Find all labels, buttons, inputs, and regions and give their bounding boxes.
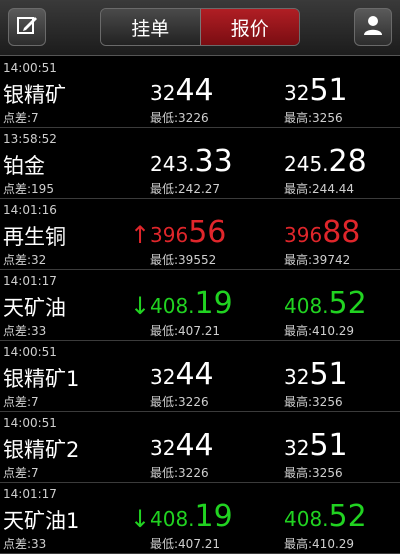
high-price: 最高:410.29 bbox=[284, 324, 355, 338]
product-name: 银精矿 bbox=[3, 83, 66, 107]
quote-time: 13:58:52 bbox=[3, 132, 57, 146]
ask-price: 408.52 bbox=[284, 288, 367, 320]
quote-time: 14:00:51 bbox=[3, 416, 57, 430]
ask-prefix: 245. bbox=[284, 152, 329, 176]
quote-time: 14:01:17 bbox=[3, 487, 57, 501]
quote-row[interactable]: 14:00:51 银精矿1 点差:7 3244 3251 最低:3226 最高:… bbox=[0, 341, 400, 412]
spread-label: 点差:7 bbox=[3, 466, 39, 480]
bid-suffix: 44 bbox=[175, 73, 214, 108]
low-price: 最低:242.27 bbox=[150, 182, 221, 196]
ask-prefix: 408. bbox=[284, 294, 329, 318]
high-price: 最高:3256 bbox=[284, 466, 343, 480]
quote-row[interactable]: 14:01:17 天矿油 点差:33 ↓ 408.19 408.52 最低:40… bbox=[0, 270, 400, 341]
bid-price: 243.33 bbox=[150, 146, 233, 178]
ask-price: 408.52 bbox=[284, 501, 367, 533]
quote-time: 14:00:51 bbox=[3, 345, 57, 359]
spread-label: 点差:7 bbox=[3, 395, 39, 409]
bid-prefix: 32 bbox=[150, 365, 176, 389]
ask-suffix: 28 bbox=[328, 144, 367, 179]
down-arrow-icon: ↓ bbox=[130, 292, 151, 320]
bid-price: 408.19 bbox=[150, 288, 233, 320]
product-name: 银精矿1 bbox=[3, 367, 80, 391]
ask-suffix: 52 bbox=[328, 499, 367, 534]
bid-suffix: 19 bbox=[194, 499, 233, 534]
bid-suffix: 33 bbox=[194, 144, 233, 179]
quote-row[interactable]: 13:58:52 铂金 点差:195 243.33 245.28 最低:242.… bbox=[0, 128, 400, 199]
low-price: 最低:407.21 bbox=[150, 537, 221, 551]
bid-prefix: 396 bbox=[150, 223, 189, 247]
ask-price: 3251 bbox=[284, 75, 348, 107]
spread-label: 点差:195 bbox=[3, 182, 54, 196]
bid-price: 3244 bbox=[150, 359, 214, 391]
user-button[interactable] bbox=[354, 8, 392, 46]
low-price: 最低:3226 bbox=[150, 395, 209, 409]
tab-quotes[interactable]: 报价 bbox=[200, 9, 299, 45]
bid-suffix: 56 bbox=[188, 215, 227, 250]
high-price: 最高:3256 bbox=[284, 111, 343, 125]
product-name: 天矿油1 bbox=[3, 509, 80, 533]
high-price: 最高:39742 bbox=[284, 253, 351, 267]
low-price: 最低:407.21 bbox=[150, 324, 221, 338]
ask-prefix: 408. bbox=[284, 507, 329, 531]
bid-prefix: 32 bbox=[150, 436, 176, 460]
high-price: 最高:244.44 bbox=[284, 182, 355, 196]
quote-row[interactable]: 14:00:51 银精矿 点差:7 3244 3251 最低:3226 最高:3… bbox=[0, 57, 400, 128]
quote-time: 14:01:16 bbox=[3, 203, 57, 217]
product-name: 天矿油 bbox=[3, 296, 66, 320]
ask-suffix: 52 bbox=[328, 286, 367, 321]
tab-pending-orders[interactable]: 挂单 bbox=[101, 9, 201, 45]
quote-row[interactable]: 14:00:51 银精矿2 点差:7 3244 3251 最低:3226 最高:… bbox=[0, 412, 400, 483]
bid-price: 3244 bbox=[150, 75, 214, 107]
up-arrow-icon: ↑ bbox=[130, 221, 151, 249]
product-name: 铂金 bbox=[3, 154, 45, 178]
ask-suffix: 88 bbox=[322, 215, 361, 250]
ask-prefix: 32 bbox=[284, 436, 310, 460]
quote-row[interactable]: 14:01:17 天矿油1 点差:33 ↓ 408.19 408.52 最低:4… bbox=[0, 483, 400, 554]
quote-row[interactable]: 14:01:16 再生铜 点差:32 ↑ 39656 39688 最低:3955… bbox=[0, 199, 400, 270]
ask-suffix: 51 bbox=[309, 73, 348, 108]
low-price: 最低:3226 bbox=[150, 466, 209, 480]
bid-price: 3244 bbox=[150, 430, 214, 462]
ask-suffix: 51 bbox=[309, 357, 348, 392]
ask-prefix: 396 bbox=[284, 223, 323, 247]
ask-price: 3251 bbox=[284, 359, 348, 391]
bid-prefix: 32 bbox=[150, 81, 176, 105]
high-price: 最高:410.29 bbox=[284, 537, 355, 551]
ask-prefix: 32 bbox=[284, 365, 310, 389]
product-name: 再生铜 bbox=[3, 225, 66, 249]
ask-price: 39688 bbox=[284, 217, 360, 249]
bid-suffix: 44 bbox=[175, 357, 214, 392]
quote-time: 14:01:17 bbox=[3, 274, 57, 288]
spread-label: 点差:33 bbox=[3, 537, 47, 551]
bid-prefix: 243. bbox=[150, 152, 195, 176]
bid-price: 408.19 bbox=[150, 501, 233, 533]
bid-prefix: 408. bbox=[150, 294, 195, 318]
edit-icon bbox=[16, 14, 38, 40]
top-bar: 挂单 报价 bbox=[0, 0, 400, 56]
ask-price: 3251 bbox=[284, 430, 348, 462]
bid-prefix: 408. bbox=[150, 507, 195, 531]
low-price: 最低:3226 bbox=[150, 111, 209, 125]
spread-label: 点差:33 bbox=[3, 324, 47, 338]
user-icon bbox=[362, 14, 384, 40]
high-price: 最高:3256 bbox=[284, 395, 343, 409]
ask-price: 245.28 bbox=[284, 146, 367, 178]
bid-suffix: 19 bbox=[194, 286, 233, 321]
ask-suffix: 51 bbox=[309, 428, 348, 463]
view-tabs: 挂单 报价 bbox=[100, 8, 300, 46]
bid-suffix: 44 bbox=[175, 428, 214, 463]
low-price: 最低:39552 bbox=[150, 253, 217, 267]
down-arrow-icon: ↓ bbox=[130, 505, 151, 533]
spread-label: 点差:7 bbox=[3, 111, 39, 125]
product-name: 银精矿2 bbox=[3, 438, 80, 462]
bid-price: 39656 bbox=[150, 217, 226, 249]
quote-list: 14:00:51 银精矿 点差:7 3244 3251 最低:3226 最高:3… bbox=[0, 57, 400, 554]
edit-button[interactable] bbox=[8, 8, 46, 46]
spread-label: 点差:32 bbox=[3, 253, 47, 267]
quote-time: 14:00:51 bbox=[3, 61, 57, 75]
ask-prefix: 32 bbox=[284, 81, 310, 105]
